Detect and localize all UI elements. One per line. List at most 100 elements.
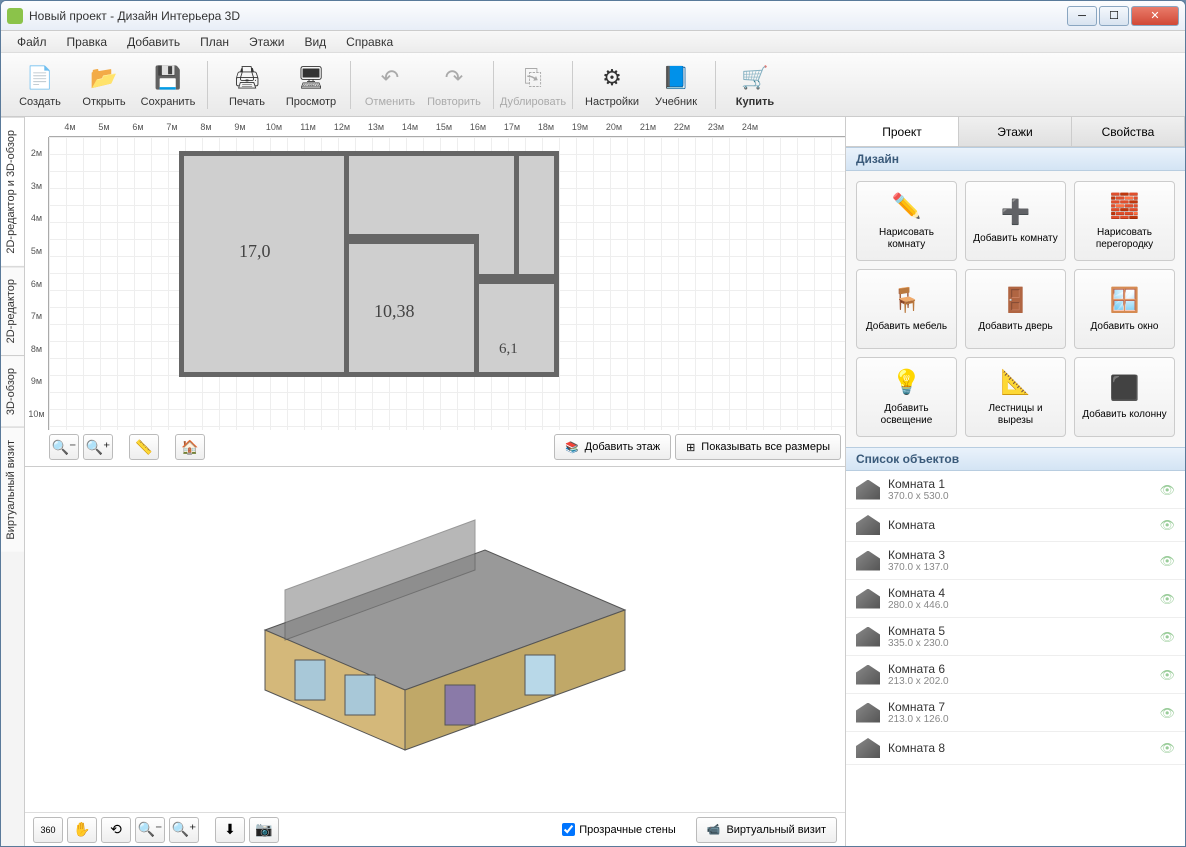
titlebar: Новый проект - Дизайн Интерьера 3D ─ ☐ ✕ bbox=[1, 1, 1185, 31]
window-controls: ─ ☐ ✕ bbox=[1067, 6, 1179, 26]
maximize-button[interactable]: ☐ bbox=[1099, 6, 1129, 26]
toolbar-icon: 🖥 bbox=[295, 62, 327, 94]
show-dimensions-button[interactable]: ⊞Показывать все размеры bbox=[675, 434, 841, 460]
app-icon bbox=[7, 8, 23, 24]
transparent-walls-checkbox[interactable]: Прозрачные стены bbox=[562, 823, 675, 836]
list-item[interactable]: Комната 6213.0 x 202.0👁 bbox=[846, 656, 1185, 694]
design-label: Добавить колонну bbox=[1082, 409, 1166, 421]
left-tab-2[interactable]: 3D-обзор bbox=[1, 355, 24, 427]
design-icon: ➕ bbox=[1000, 197, 1032, 229]
room-3[interactable] bbox=[479, 279, 559, 377]
pan-button[interactable]: ✋ bbox=[67, 817, 97, 843]
design-btn-0[interactable]: ✏️Нарисовать комнату bbox=[856, 181, 957, 261]
visibility-icon[interactable]: 👁 bbox=[1160, 518, 1175, 532]
menu-6[interactable]: Справка bbox=[338, 33, 401, 51]
rotate-360-button[interactable]: 360 bbox=[33, 817, 63, 843]
list-item[interactable]: Комната 7213.0 x 126.0👁 bbox=[846, 694, 1185, 732]
toolbar: 📄Создать📂Открыть💾Сохранить 🖨Печать🖥Просмо… bbox=[1, 53, 1185, 117]
design-section-header: Дизайн bbox=[846, 147, 1185, 171]
export-button[interactable]: ⬇ bbox=[215, 817, 245, 843]
home-button[interactable]: 🏠 bbox=[175, 434, 205, 460]
zoom-in-3d-button[interactable]: 🔍⁺ bbox=[169, 817, 199, 843]
room-1[interactable] bbox=[179, 151, 349, 377]
window-title: Новый проект - Дизайн Интерьера 3D bbox=[29, 9, 1067, 23]
menu-0[interactable]: Файл bbox=[9, 33, 55, 51]
visibility-icon[interactable]: 👁 bbox=[1160, 592, 1175, 606]
list-item[interactable]: Комната 1370.0 x 530.0 👁 bbox=[846, 471, 1185, 509]
add-floor-button[interactable]: 📚Добавить этаж bbox=[554, 434, 671, 460]
toolbar-Учебник[interactable]: 📘 Учебник bbox=[645, 57, 707, 113]
design-icon: 💡 bbox=[891, 367, 923, 399]
visibility-icon[interactable]: 👁 bbox=[1160, 668, 1175, 682]
left-tab-0[interactable]: 2D-редактор и 3D-обзор bbox=[1, 117, 24, 266]
snapshot-button[interactable]: 📷 bbox=[249, 817, 279, 843]
list-item[interactable]: Комната 👁 bbox=[846, 509, 1185, 542]
design-btn-5[interactable]: 🪟Добавить окно bbox=[1074, 269, 1175, 349]
list-item[interactable]: Комната 8👁 bbox=[846, 732, 1185, 765]
close-button[interactable]: ✕ bbox=[1131, 6, 1179, 26]
app-window: Новый проект - Дизайн Интерьера 3D ─ ☐ ✕… bbox=[0, 0, 1186, 847]
obj-name: Комната bbox=[888, 518, 1152, 532]
list-item[interactable]: Комната 4280.0 x 446.0👁 bbox=[846, 580, 1185, 618]
design-btn-3[interactable]: 🪑Добавить мебель bbox=[856, 269, 957, 349]
toolbar-Сохранить[interactable]: 💾Сохранить bbox=[137, 57, 199, 113]
measure-button[interactable]: 📏 bbox=[129, 434, 159, 460]
room-label-1: 17,0 bbox=[239, 241, 271, 262]
toolbar-Создать[interactable]: 📄Создать bbox=[9, 57, 71, 113]
toolbar-Печать[interactable]: 🖨Печать bbox=[216, 57, 278, 113]
right-tab-1[interactable]: Этажи bbox=[959, 117, 1072, 146]
design-btn-7[interactable]: 📐Лестницы и вырезы bbox=[965, 357, 1066, 437]
minimize-button[interactable]: ─ bbox=[1067, 6, 1097, 26]
room-icon bbox=[856, 515, 880, 535]
visibility-icon[interactable]: 👁 bbox=[1160, 741, 1175, 755]
toolbar-Купить[interactable]: 🛒Купить bbox=[724, 57, 786, 113]
menu-1[interactable]: Правка bbox=[59, 33, 116, 51]
design-btn-4[interactable]: 🚪Добавить дверь bbox=[965, 269, 1066, 349]
menu-3[interactable]: План bbox=[192, 33, 237, 51]
design-btn-6[interactable]: 💡Добавить освещение bbox=[856, 357, 957, 437]
room-5[interactable] bbox=[519, 151, 559, 279]
menu-4[interactable]: Этажи bbox=[241, 33, 292, 51]
canvas-3d[interactable] bbox=[25, 467, 845, 812]
obj-dim: 213.0 x 126.0 bbox=[888, 714, 1152, 725]
left-tab-3[interactable]: Виртуальный визит bbox=[1, 427, 24, 552]
obj-name: Комната 1 bbox=[888, 477, 1152, 491]
room-icon bbox=[856, 665, 880, 685]
toolbar-label: Открыть bbox=[82, 96, 125, 108]
canvas-2d[interactable]: 17,0 10,38 6,1 bbox=[49, 137, 845, 430]
obj-name: Комната 5 bbox=[888, 624, 1152, 638]
virtual-visit-button[interactable]: 📹Виртуальный визит bbox=[696, 817, 837, 843]
room-4[interactable] bbox=[479, 151, 519, 279]
obj-name: Комната 4 bbox=[888, 586, 1152, 600]
design-btn-1[interactable]: ➕ Добавить комнату bbox=[965, 181, 1066, 261]
zoom-out-3d-button[interactable]: 🔍⁻ bbox=[135, 817, 165, 843]
design-label: Добавить комнату bbox=[973, 233, 1057, 245]
toolbar-icon: 📘 bbox=[660, 62, 692, 94]
obj-dim: 370.0 x 530.0 bbox=[888, 491, 1152, 502]
ruler-horizontal: 4м5м6м7м8м9м10м11м12м13м14м15м16м17м18м1… bbox=[49, 117, 845, 137]
rotate-button[interactable]: ⟲ bbox=[101, 817, 131, 843]
floorplan[interactable]: 17,0 10,38 6,1 bbox=[179, 151, 559, 381]
right-tab-0[interactable]: Проект bbox=[846, 117, 959, 146]
design-btn-8[interactable]: ⬛Добавить колонну bbox=[1074, 357, 1175, 437]
list-item[interactable]: Комната 3370.0 x 137.0👁 bbox=[846, 542, 1185, 580]
toolbar-Настройки[interactable]: ⚙Настройки bbox=[581, 57, 643, 113]
visibility-icon[interactable]: 👁 bbox=[1160, 630, 1175, 644]
right-tab-2[interactable]: Свойства bbox=[1072, 117, 1185, 146]
list-item[interactable]: Комната 5335.0 x 230.0👁 bbox=[846, 618, 1185, 656]
design-label: Добавить дверь bbox=[978, 321, 1052, 333]
left-tab-1[interactable]: 2D-редактор bbox=[1, 266, 24, 355]
toolbar-label: Учебник bbox=[655, 96, 697, 108]
toolbar-Просмотр[interactable]: 🖥Просмотр bbox=[280, 57, 342, 113]
visibility-icon[interactable]: 👁 bbox=[1160, 483, 1175, 497]
house-3d-model[interactable] bbox=[225, 510, 645, 770]
visibility-icon[interactable]: 👁 bbox=[1160, 706, 1175, 720]
menu-5[interactable]: Вид bbox=[296, 33, 334, 51]
design-btn-2[interactable]: 🧱Нарисовать перегородку bbox=[1074, 181, 1175, 261]
menu-2[interactable]: Добавить bbox=[119, 33, 188, 51]
visibility-icon[interactable]: 👁 bbox=[1160, 554, 1175, 568]
toolbar-Открыть[interactable]: 📂Открыть bbox=[73, 57, 135, 113]
design-grid: ✏️Нарисовать комнату ➕ Добавить комнату 🧱На… bbox=[846, 171, 1185, 447]
zoom-in-button[interactable]: 🔍⁺ bbox=[83, 434, 113, 460]
zoom-out-button[interactable]: 🔍⁻ bbox=[49, 434, 79, 460]
